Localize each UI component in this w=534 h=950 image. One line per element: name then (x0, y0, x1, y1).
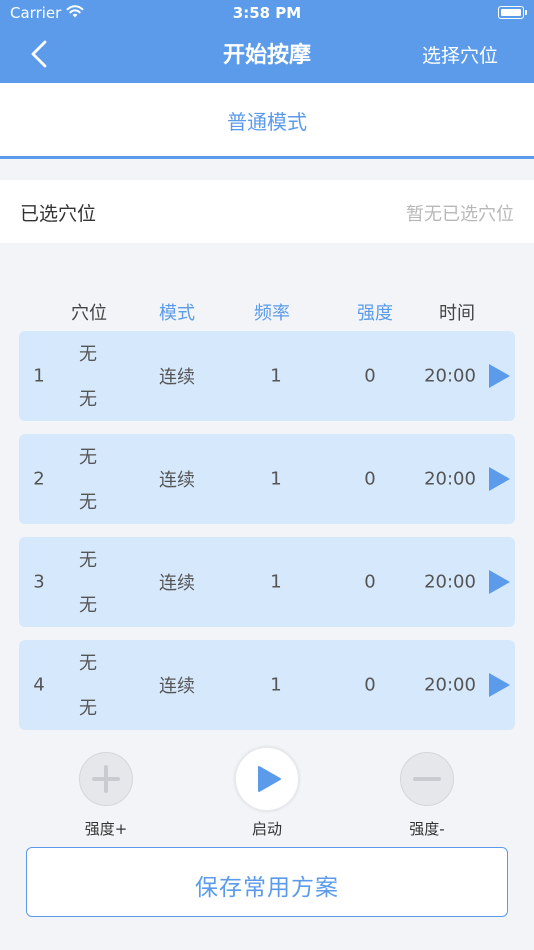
row-play-icon[interactable] (489, 467, 510, 491)
row-index: 2 (33, 468, 45, 490)
row-point-bottom: 无 (79, 698, 97, 719)
row-frequency: 1 (270, 365, 282, 387)
tab-normal-mode-label: 普通模式 (227, 110, 307, 134)
row-point-bottom: 无 (79, 595, 97, 616)
row-play-icon[interactable] (489, 570, 510, 594)
row-frequency: 1 (270, 674, 282, 696)
row-time: 20:00 (424, 571, 476, 593)
play-icon (258, 766, 281, 792)
row-intensity: 0 (364, 365, 376, 387)
intensity-decrease-button[interactable] (400, 752, 454, 806)
row-intensity: 0 (364, 571, 376, 593)
table-row[interactable]: 3 无 无 连续 1 0 20:00 (19, 537, 515, 627)
row-play-icon[interactable] (489, 364, 510, 388)
column-header-time: 时间 (439, 303, 475, 324)
intensity-increase-label: 强度+ (84, 820, 128, 838)
intensity-decrease-label: 强度- (409, 820, 445, 838)
table-row[interactable]: 4 无 无 连续 1 0 20:00 (19, 640, 515, 730)
status-bar: Carrier 3:58 PM (0, 0, 534, 28)
select-acupoint-button[interactable]: 选择穴位 (422, 41, 498, 68)
row-mode: 连续 (159, 573, 195, 594)
row-point-bottom: 无 (79, 389, 97, 410)
column-header-frequency: 频率 (254, 303, 290, 324)
column-header-acupoint: 穴位 (71, 303, 107, 324)
row-time: 20:00 (424, 674, 476, 696)
selected-acupoints-label: 已选穴位 (20, 203, 97, 225)
row-point-bottom: 无 (79, 492, 97, 513)
battery-icon (498, 6, 527, 19)
row-mode: 连续 (159, 676, 195, 697)
row-point-top: 无 (79, 550, 97, 571)
row-frequency: 1 (270, 571, 282, 593)
row-point-top: 无 (79, 447, 97, 468)
selected-acupoints-row: 已选穴位 暂无已选穴位 (0, 180, 534, 243)
column-header-intensity: 强度 (357, 303, 393, 324)
minus-icon (412, 776, 441, 781)
row-time: 20:00 (424, 468, 476, 490)
row-index: 1 (33, 365, 45, 387)
row-point-top: 无 (79, 653, 97, 674)
save-plan-button[interactable]: 保存常用方案 (26, 847, 508, 917)
row-mode: 连续 (159, 470, 195, 491)
intensity-increase-button[interactable] (79, 752, 133, 806)
nav-bar: Carrier 3:58 PM 开始按摩 选择穴位 (0, 0, 534, 83)
row-index: 3 (33, 571, 45, 593)
row-intensity: 0 (364, 468, 376, 490)
column-header-mode: 模式 (159, 303, 195, 324)
save-plan-label: 保存常用方案 (195, 875, 339, 901)
row-point-top: 无 (79, 344, 97, 365)
selected-acupoints-value: 暂无已选穴位 (406, 204, 514, 225)
row-frequency: 1 (270, 468, 282, 490)
row-play-icon[interactable] (489, 673, 510, 697)
table-row[interactable]: 2 无 无 连续 1 0 20:00 (19, 434, 515, 524)
row-intensity: 0 (364, 674, 376, 696)
tab-normal-mode[interactable]: 普通模式 (0, 83, 534, 159)
status-time: 3:58 PM (232, 4, 302, 22)
plus-icon (91, 764, 120, 793)
table-row[interactable]: 1 无 无 连续 1 0 20:00 (19, 331, 515, 421)
row-index: 4 (33, 674, 45, 696)
start-button[interactable] (235, 747, 299, 811)
start-label: 启动 (251, 820, 283, 838)
row-mode: 连续 (159, 367, 195, 388)
row-time: 20:00 (424, 365, 476, 387)
